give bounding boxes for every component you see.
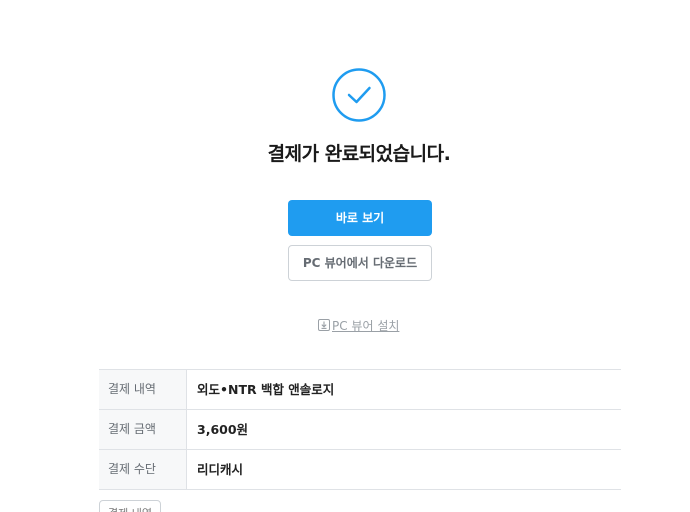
payment-item-label: 결제 내역	[99, 370, 187, 409]
check-circle-icon	[332, 68, 386, 122]
view-now-button[interactable]: 바로 보기	[288, 200, 432, 236]
payment-method-value: 리디캐시	[197, 462, 244, 477]
payment-method-label: 결제 수단	[99, 450, 187, 489]
payment-amount-value: 3,600원	[197, 422, 249, 437]
pc-viewer-install-label: PC 뷰어 설치	[332, 318, 400, 333]
payment-item-value: 외도•NTR 백합 앤솔로지	[197, 382, 335, 397]
payment-history-button[interactable]: 결제 내역	[99, 500, 161, 512]
table-row: 결제 수단 리디캐시	[99, 450, 621, 490]
pc-viewer-download-button[interactable]: PC 뷰어에서 다운로드	[288, 245, 432, 281]
payment-amount-label: 결제 금액	[99, 410, 187, 449]
page-title: 결제가 완료되었습니다.	[267, 143, 451, 165]
table-row: 결제 내역 외도•NTR 백합 앤솔로지	[99, 370, 621, 410]
payment-complete-page: 결제가 완료되었습니다. 바로 보기 PC 뷰어에서 다운로드 PC 뷰어 설치…	[0, 0, 690, 512]
download-icon	[318, 319, 330, 331]
pc-viewer-install-link[interactable]: PC 뷰어 설치	[318, 316, 399, 334]
payment-summary-table: 결제 내역 외도•NTR 백합 앤솔로지 결제 금액 3,600원 결제 수단 …	[99, 369, 621, 490]
table-row: 결제 금액 3,600원	[99, 410, 621, 450]
